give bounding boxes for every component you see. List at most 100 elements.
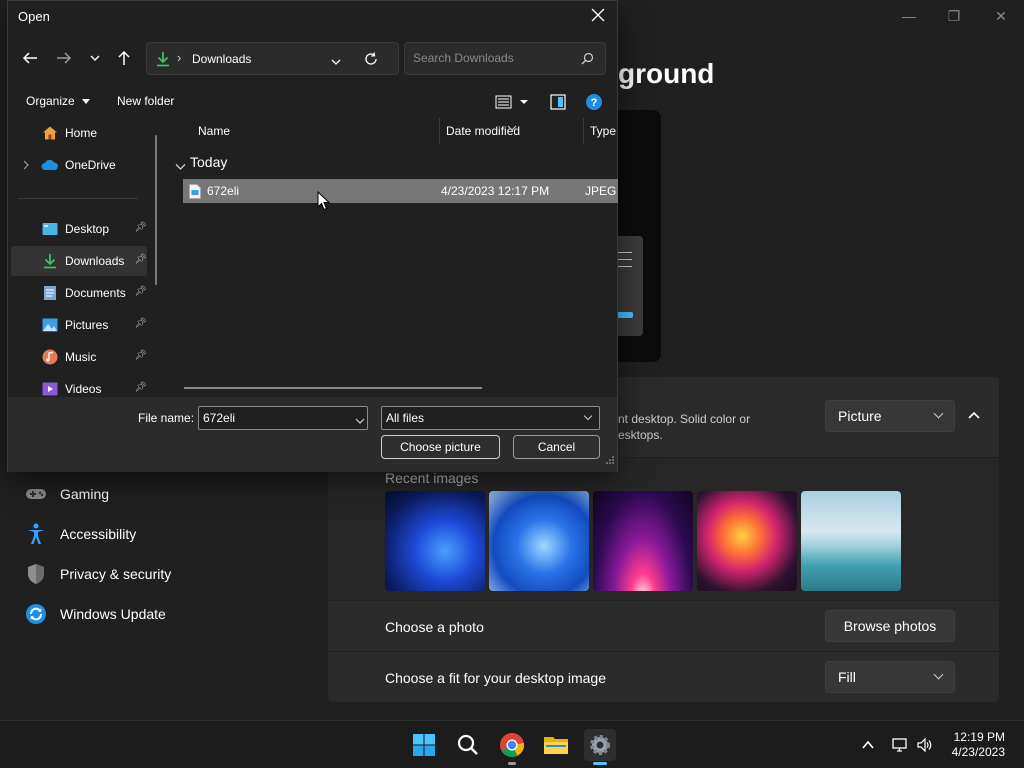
minimize-button[interactable]: — — [889, 6, 929, 26]
accessibility-icon — [24, 522, 48, 546]
sidebar-item-windows-update[interactable]: Windows Update — [24, 598, 166, 630]
browse-photos-button[interactable]: Browse photos — [825, 610, 955, 642]
nav-item-label: Videos — [65, 382, 102, 396]
choose-photo-card: Choose a photo Browse photos — [328, 601, 999, 651]
nav-item-label: Documents — [65, 286, 126, 300]
recent-image-2[interactable] — [489, 491, 589, 591]
recent-image-4[interactable] — [697, 491, 797, 591]
column-separator[interactable] — [583, 118, 584, 144]
nav-item-videos[interactable]: Videos 📌︎ — [11, 374, 147, 398]
chrome-icon[interactable] — [496, 729, 528, 765]
start-icon[interactable] — [408, 729, 440, 761]
sidebar-item-label: Accessibility — [60, 526, 137, 542]
file-type: JPEG — [585, 184, 617, 198]
sidebar-item-privacy[interactable]: Privacy & security — [24, 558, 171, 590]
address-bar[interactable]: › Downloads — [146, 42, 399, 75]
divider — [18, 198, 138, 199]
pin-icon: 📌︎ — [134, 222, 147, 233]
update-icon — [24, 602, 48, 626]
nav-item-downloads[interactable]: Downloads 📌︎ — [11, 246, 147, 276]
close-icon[interactable] — [587, 5, 609, 27]
expand-chevron-icon[interactable] — [22, 159, 30, 173]
sidebar-item-gaming[interactable]: Gaming — [24, 478, 109, 510]
group-label: Today — [190, 154, 228, 170]
fit-dropdown[interactable]: Fill — [825, 661, 955, 693]
volume-icon[interactable] — [916, 736, 934, 754]
download-icon — [156, 51, 170, 72]
breadcrumb[interactable]: Downloads — [192, 52, 251, 66]
column-header-name[interactable]: Name — [198, 124, 230, 138]
view-options-icon[interactable] — [495, 95, 529, 114]
sidebar-item-accessibility[interactable]: Accessibility — [24, 518, 136, 550]
back-arrow-icon[interactable] — [19, 47, 41, 69]
dialog-footer: File name: All files Choose picture Canc… — [8, 397, 617, 472]
search-icon[interactable] — [452, 729, 484, 761]
recent-locations-chevron-icon[interactable] — [84, 47, 106, 69]
file-name-input[interactable] — [198, 406, 368, 430]
column-header-type[interactable]: Type — [590, 124, 616, 138]
settings-icon[interactable] — [584, 729, 616, 765]
refresh-icon[interactable] — [364, 52, 378, 71]
close-button[interactable]: ✕ — [981, 6, 1021, 26]
pin-icon: 📌︎ — [134, 318, 147, 329]
preview-pane-icon[interactable] — [550, 94, 566, 115]
collapse-chevron-icon — [175, 158, 186, 174]
gamepad-icon — [24, 482, 48, 506]
network-icon[interactable] — [891, 736, 909, 754]
nav-item-label: Desktop — [65, 222, 110, 236]
file-type-select[interactable]: All files — [381, 406, 600, 430]
forward-arrow-icon[interactable] — [53, 47, 75, 69]
pin-icon: 📌︎ — [134, 350, 147, 361]
column-separator[interactable] — [439, 118, 440, 144]
nav-item-home[interactable]: Home — [11, 118, 147, 148]
preview-line — [617, 259, 632, 260]
nav-item-desktop[interactable]: Desktop 📌︎ — [11, 214, 147, 244]
chevron-down-icon — [933, 408, 944, 419]
preview-line — [617, 252, 632, 253]
resize-grip-icon[interactable] — [606, 451, 614, 469]
recent-image-3[interactable] — [593, 491, 693, 591]
navigation-scrollbar[interactable] — [155, 135, 157, 285]
choose-picture-button[interactable]: Choose picture — [381, 435, 500, 459]
help-icon[interactable]: ? — [585, 93, 603, 116]
search-input[interactable] — [413, 51, 573, 65]
pin-icon: 📌︎ — [134, 286, 147, 297]
nav-item-onedrive[interactable]: OneDrive — [11, 150, 147, 180]
svg-text:?: ? — [591, 97, 598, 109]
choose-fit-label: Choose a fit for your desktop image — [385, 670, 607, 686]
file-explorer-icon[interactable] — [540, 729, 572, 761]
address-history-chevron-icon[interactable] — [330, 54, 342, 72]
nav-item-label: Pictures — [65, 318, 109, 332]
clock[interactable]: 12:19 PM 4/23/2023 — [952, 730, 1005, 760]
show-hidden-icons-chevron-icon[interactable] — [860, 737, 876, 753]
new-folder-button[interactable]: New folder — [117, 94, 174, 108]
search-box[interactable] — [404, 42, 606, 75]
file-list: Name Date modified Type Today 672eli 4/2… — [166, 118, 618, 396]
chevron-up-icon[interactable] — [965, 407, 983, 425]
group-header-today[interactable]: Today — [175, 154, 228, 170]
sort-chevron-icon — [507, 118, 517, 136]
sidebar-item-label: Windows Update — [60, 606, 166, 622]
mouse-cursor-icon — [317, 190, 331, 216]
background-type-dropdown[interactable]: Picture — [825, 400, 955, 432]
preview-line — [617, 266, 632, 267]
nav-item-documents[interactable]: Documents 📌︎ — [11, 278, 147, 308]
nav-item-music[interactable]: Music 📌︎ — [11, 342, 147, 372]
horizontal-scrollbar[interactable] — [184, 387, 482, 389]
file-row-selected[interactable]: 672eli 4/23/2023 12:17 PM JPEG — [183, 179, 618, 203]
search-icon — [581, 52, 594, 70]
pin-icon: 📌︎ — [134, 382, 147, 393]
recent-image-5[interactable] — [801, 491, 901, 591]
home-icon — [41, 124, 59, 142]
cloud-icon — [41, 156, 59, 174]
desktop-icon — [41, 220, 59, 238]
cancel-button[interactable]: Cancel — [513, 435, 600, 459]
pin-icon: 📌︎ — [134, 254, 147, 265]
chevron-down-icon — [933, 669, 944, 680]
up-arrow-icon[interactable] — [113, 47, 135, 69]
file-name-history-chevron-icon[interactable] — [355, 412, 365, 430]
nav-item-pictures[interactable]: Pictures 📌︎ — [11, 310, 147, 340]
maximize-button[interactable]: ❐ — [934, 6, 974, 26]
recent-image-1[interactable] — [385, 491, 485, 591]
organize-button[interactable]: Organize — [26, 94, 91, 108]
